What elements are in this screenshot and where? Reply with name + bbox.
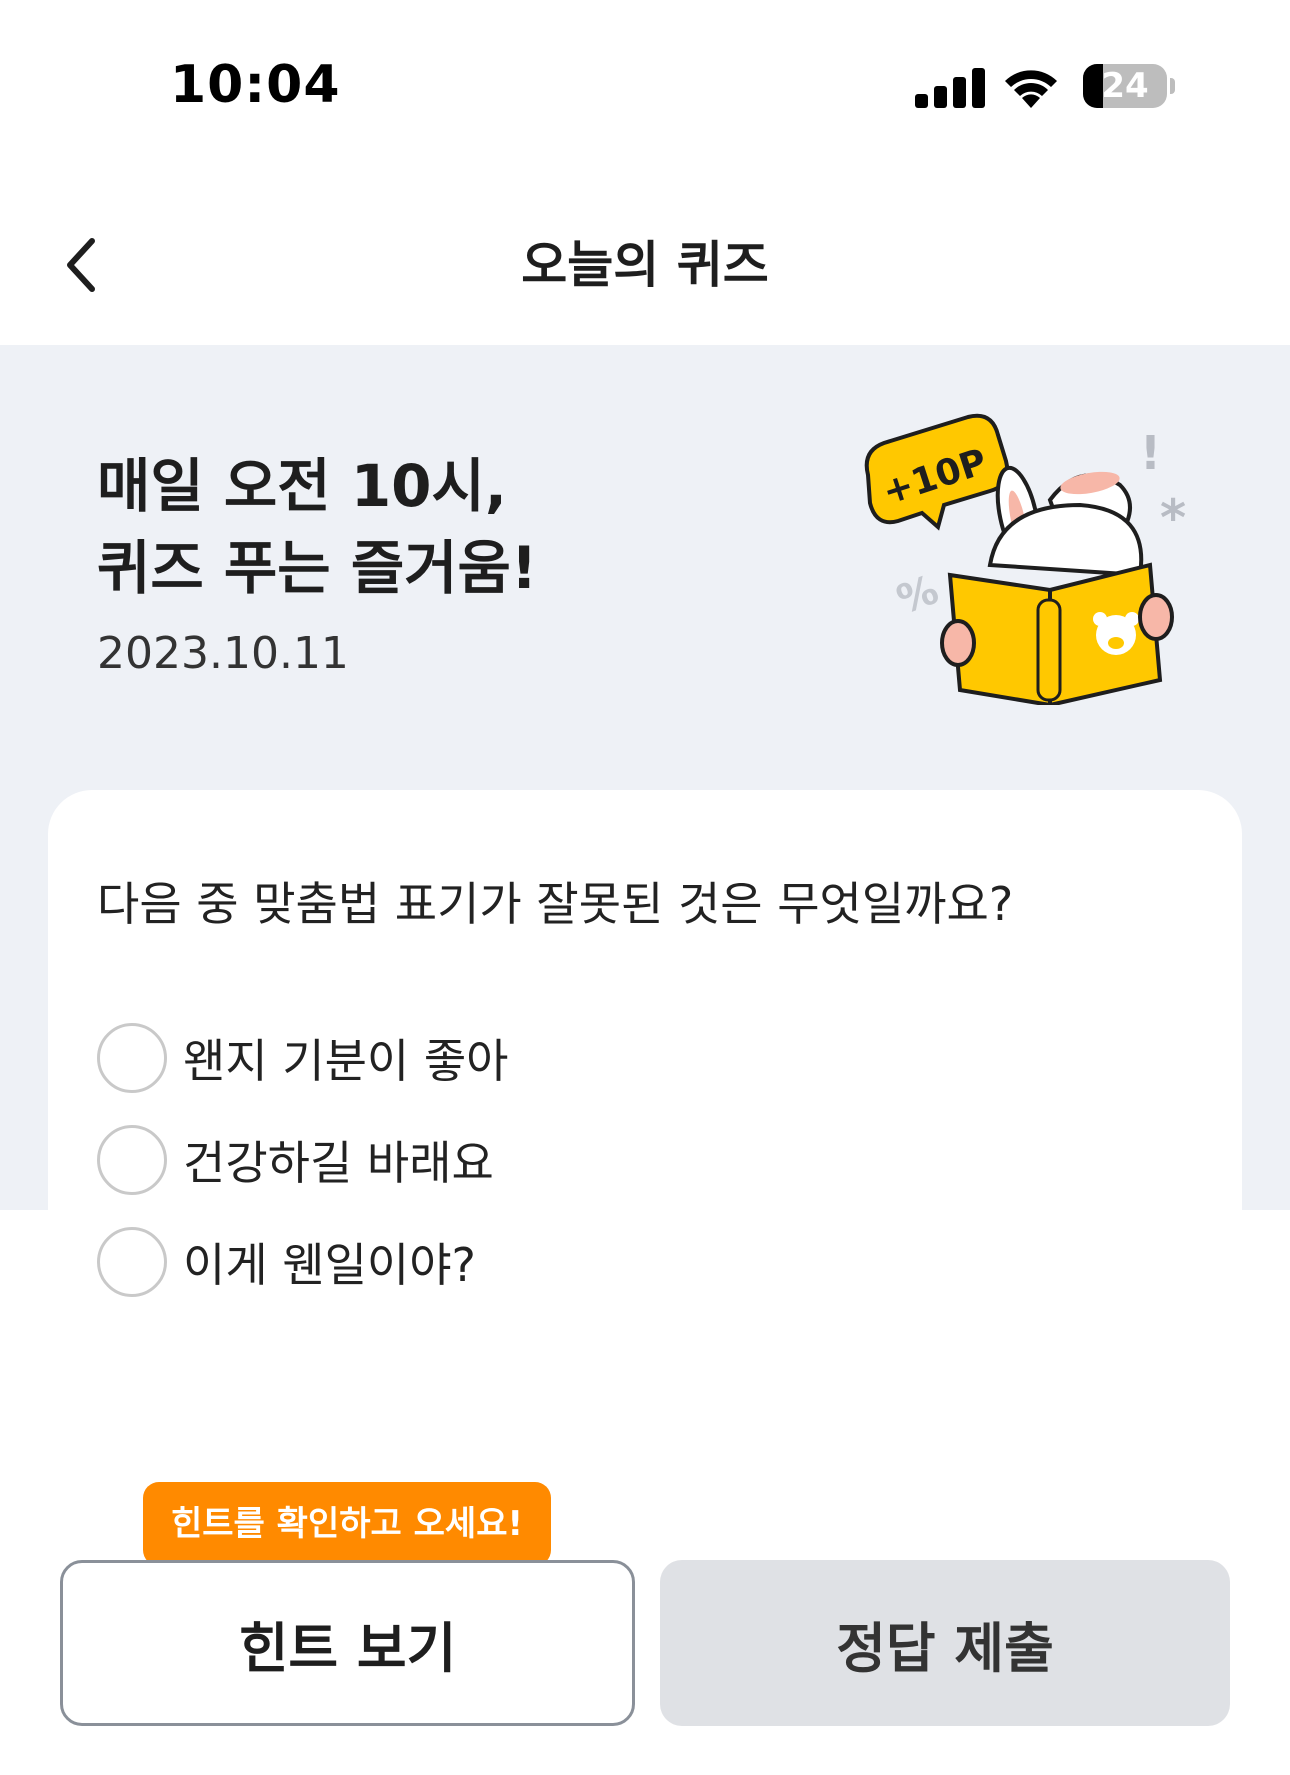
quiz-date: 2023.10.11 xyxy=(97,628,349,679)
battery-level: 24 xyxy=(1101,66,1149,106)
hint-tooltip: 힌트를 확인하고 오세요! xyxy=(143,1482,551,1566)
submit-answer-button[interactable]: 정답 제출 xyxy=(660,1560,1230,1726)
bunny-reading-book-illustration: +10P ! * % xyxy=(840,405,1210,708)
radio-button[interactable] xyxy=(97,1227,167,1297)
option-label: 왠지 기분이 좋아 xyxy=(183,1034,509,1088)
svg-text:*: * xyxy=(1160,489,1186,547)
radio-button[interactable] xyxy=(97,1023,167,1093)
option-label: 건강하길 바래요 xyxy=(183,1136,494,1190)
status-bar: 10:04 24 xyxy=(0,0,1290,175)
svg-text:%: % xyxy=(891,567,944,624)
svg-text:!: ! xyxy=(1140,426,1161,480)
page-title: 오늘의 퀴즈 xyxy=(521,236,769,294)
quiz-question: 다음 중 맞춤법 표기가 잘못된 것은 무엇일까요? xyxy=(97,877,1014,931)
signal-icon xyxy=(915,68,985,108)
hero-title-line2: 퀴즈 푸는 즐거움! xyxy=(97,534,538,602)
status-time: 10:04 xyxy=(170,55,341,115)
hero-title: 매일 오전 10시, 퀴즈 푸는 즐거움! xyxy=(97,445,537,609)
quiz-option-1[interactable]: 왠지 기분이 좋아 xyxy=(97,1023,508,1093)
points-badge: +10P xyxy=(864,413,1010,531)
quiz-option-3[interactable]: 이게 웬일이야? xyxy=(97,1227,476,1297)
battery-icon: 24 xyxy=(1083,64,1175,108)
hero-title-line1: 매일 오전 10시, xyxy=(97,452,507,520)
hint-button[interactable]: 힌트 보기 xyxy=(60,1560,635,1726)
wifi-icon xyxy=(1000,62,1062,110)
radio-button[interactable] xyxy=(97,1125,167,1195)
option-label: 이게 웬일이야? xyxy=(183,1238,476,1292)
quiz-option-2[interactable]: 건강하길 바래요 xyxy=(97,1125,494,1195)
nav-bar: 오늘의 퀴즈 xyxy=(0,175,1290,345)
